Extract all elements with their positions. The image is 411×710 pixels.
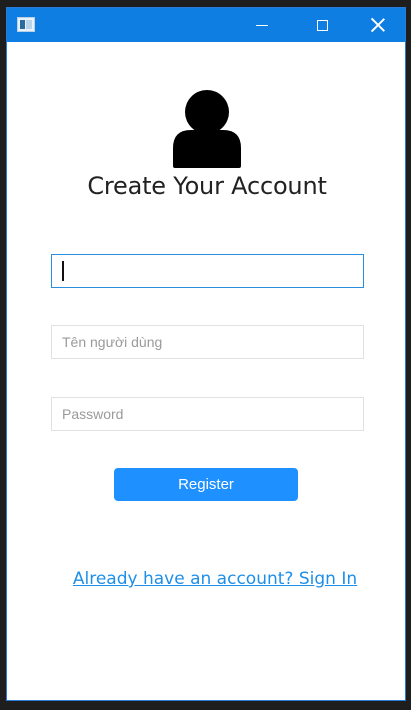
text-caret (62, 261, 64, 281)
java-app-icon (17, 17, 35, 32)
password-field[interactable] (51, 397, 364, 431)
sign-in-link[interactable]: Already have an account? Sign In (7, 569, 407, 589)
close-icon (371, 18, 385, 32)
title-bar (7, 8, 405, 42)
minimize-button[interactable] (239, 8, 285, 42)
user-icon (173, 90, 241, 168)
background-editor-right (406, 0, 411, 710)
maximize-button[interactable] (299, 8, 345, 42)
text-field-1[interactable] (51, 254, 364, 288)
close-button[interactable] (355, 8, 401, 42)
minimize-icon (256, 24, 268, 26)
register-button[interactable]: Register (114, 468, 298, 501)
register-window: Create Your Account Register Already hav… (6, 7, 406, 701)
page-title: Create Your Account (87, 172, 327, 200)
maximize-icon (316, 19, 328, 31)
username-field[interactable] (51, 325, 364, 359)
